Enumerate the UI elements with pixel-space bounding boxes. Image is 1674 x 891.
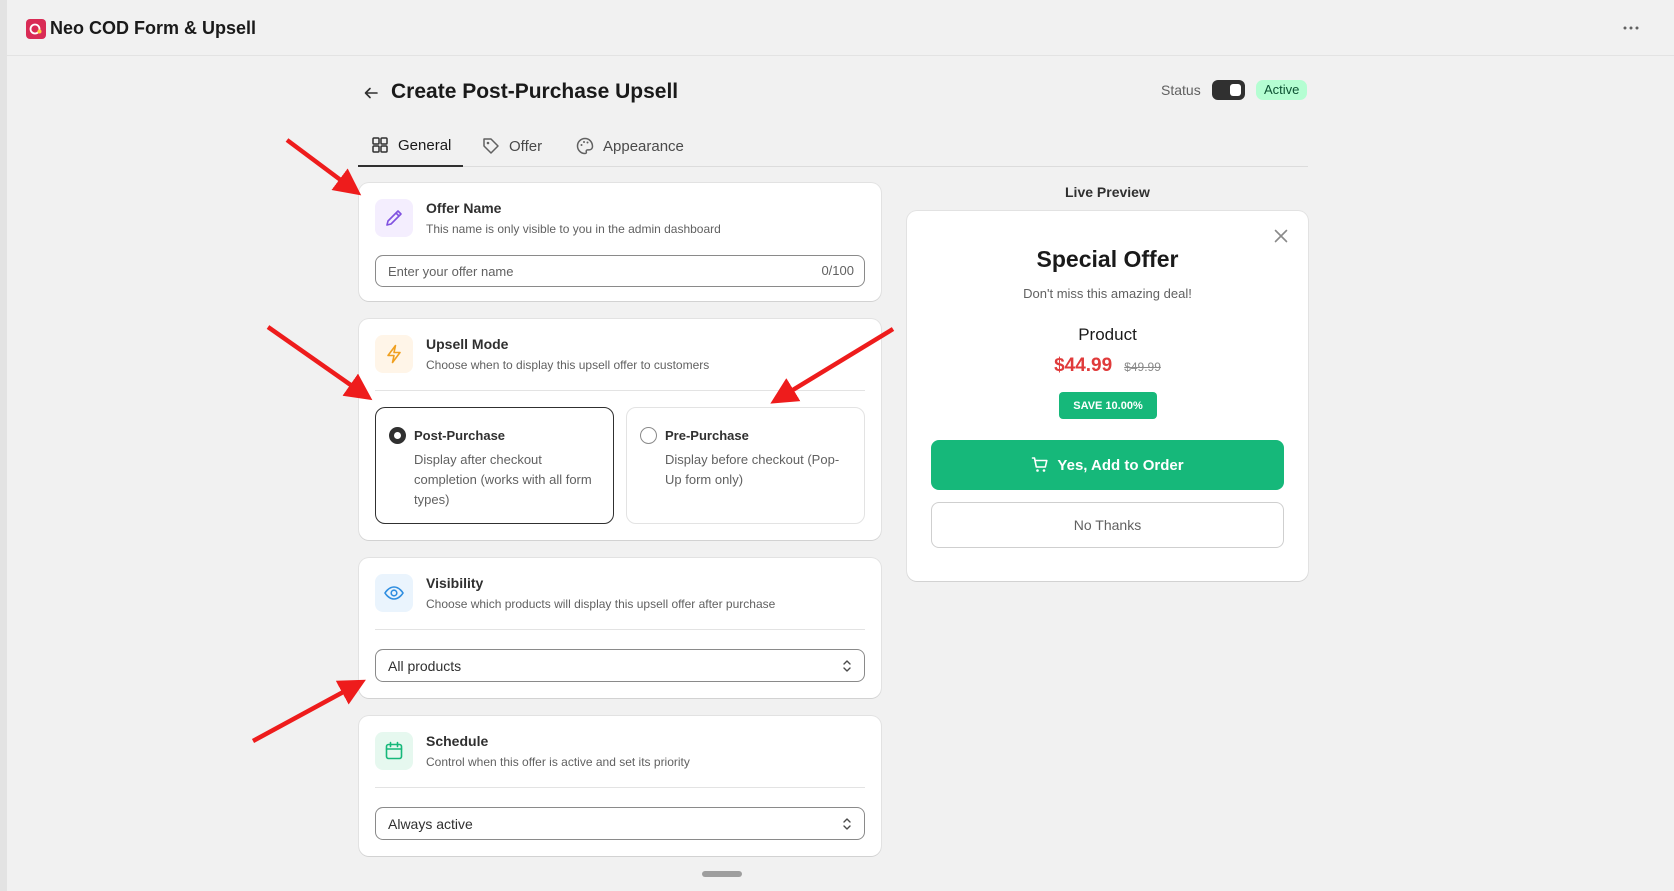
cart-icon [1032,457,1049,472]
schedule-select[interactable]: Always active [375,807,865,840]
live-preview-label: Live Preview [1065,184,1150,200]
calendar-icon [375,732,413,770]
pencil-icon [375,199,413,237]
eye-icon [375,574,413,612]
palette-icon [576,137,594,155]
page-title: Create Post-Purchase Upsell [391,80,679,103]
app-title: Neo COD Form & Upsell [50,18,257,38]
lightning-icon [375,335,413,373]
radio-button[interactable] [640,427,657,444]
app-header: Neo COD Form & Upsell [7,0,1674,56]
price-row: $44.99 $49.99 [907,355,1308,377]
preview-price: $44.99 [1054,355,1113,376]
preview-subtitle: Don't miss this amazing deal! [1023,286,1192,301]
visibility-subtitle: Choose which products will display this … [426,597,776,611]
preview-product-name: Product [1078,325,1137,344]
offer-name-card: Offer Name This name is only visible to … [359,183,881,301]
pre-purchase-desc: Display before checkout (Pop-Up form onl… [665,452,840,487]
page-edge [0,0,7,891]
add-to-order-label: Yes, Add to Order [1057,456,1184,474]
schedule-subtitle: Control when this offer is active and se… [426,755,690,769]
tab-general-label: General [398,136,452,154]
toggle-knob [1230,84,1241,96]
schedule-card: Schedule Control when this offer is acti… [359,716,881,856]
scroll-handle[interactable] [702,871,742,877]
upsell-mode-title: Upsell Mode [426,336,509,352]
upsell-mode-card: Upsell Mode Choose when to display this … [359,319,881,540]
close-icon[interactable] [1272,227,1290,245]
more-horizontal-icon[interactable] [1617,16,1645,40]
offer-name-title: Offer Name [426,200,502,216]
divider [375,629,865,630]
status-label: Status [1161,82,1201,98]
preview-card: Special Offer Don't miss this amazing de… [907,211,1308,581]
annotation-arrow [266,325,373,401]
visibility-title: Visibility [426,575,484,591]
tab-appearance-label: Appearance [603,137,684,155]
divider [375,787,865,788]
char-count: 0/100 [821,263,854,278]
tab-offer-label: Offer [509,137,543,155]
grid-icon [372,137,388,153]
tab-appearance[interactable]: Appearance [563,125,696,167]
app-logo-icon [26,19,46,39]
chevron-up-down-icon [843,818,851,830]
arrow-left-icon [364,87,378,99]
add-to-order-button[interactable]: Yes, Add to Order [931,440,1284,490]
preview-title: Special Offer [1036,246,1179,272]
post-purchase-desc: Display after checkout completion (works… [414,452,592,507]
annotation-arrow [251,679,366,743]
visibility-select-value: All products [388,657,462,674]
offer-name-input[interactable] [375,255,865,287]
radio-button[interactable] [389,427,406,444]
status-toggle[interactable] [1212,80,1245,100]
preview-old-price: $49.99 [1124,360,1161,374]
tab-general[interactable]: General [358,125,464,167]
pre-purchase-option[interactable]: Pre-Purchase Display before checkout (Po… [626,407,865,524]
chevron-up-down-icon [843,660,851,672]
no-thanks-button[interactable]: No Thanks [931,502,1284,548]
divider [375,390,865,391]
tab-offer[interactable]: Offer [469,125,554,167]
upsell-mode-subtitle: Choose when to display this upsell offer… [426,358,710,372]
post-purchase-option[interactable]: Post-Purchase Display after checkout com… [375,407,614,524]
post-purchase-title: Post-Purchase [414,428,506,443]
schedule-select-value: Always active [388,815,473,832]
pre-purchase-title: Pre-Purchase [665,428,749,443]
visibility-card: Visibility Choose which products will di… [359,558,881,698]
status-badge: Active [1256,80,1308,100]
back-button[interactable] [360,82,382,104]
save-badge: SAVE 10.00% [1059,392,1157,419]
annotation-arrow [285,138,362,196]
tag-icon [483,138,499,154]
tabs: General Offer Appearance [358,125,1308,167]
schedule-title: Schedule [426,733,489,749]
visibility-select[interactable]: All products [375,649,865,682]
offer-name-subtitle: This name is only visible to you in the … [426,222,721,236]
